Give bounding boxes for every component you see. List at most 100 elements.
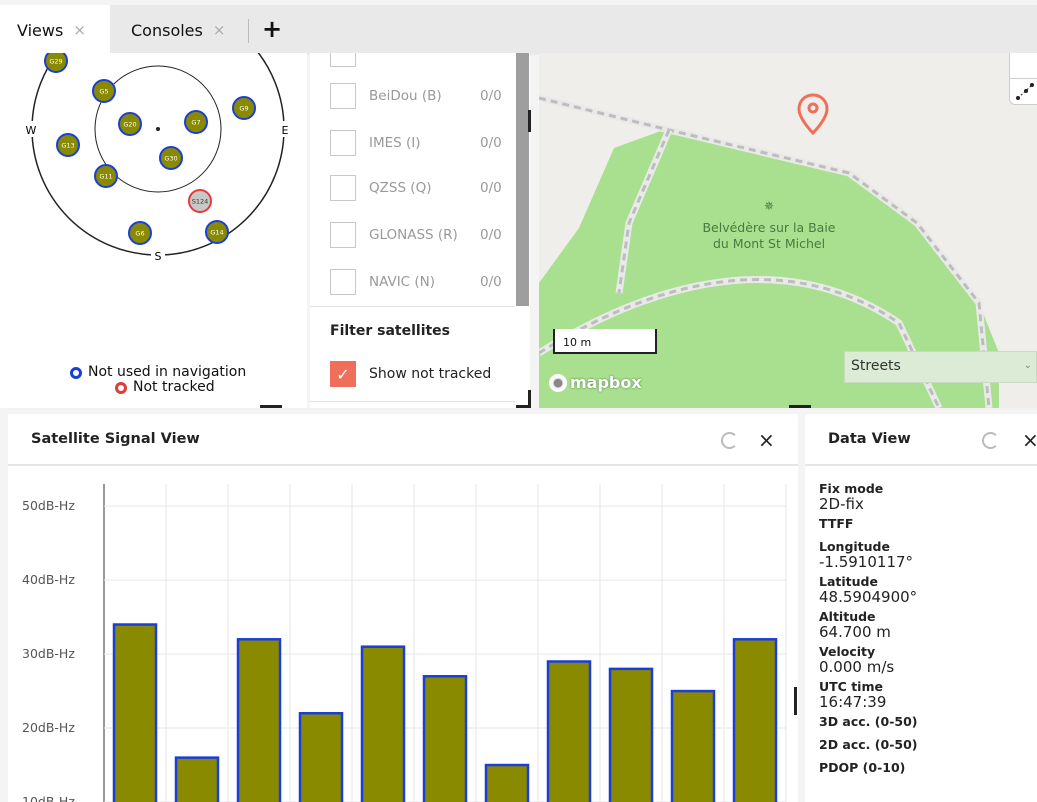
satellite-g14[interactable]: G14 [205, 220, 229, 244]
constellation-name: BeiDou (B) [369, 88, 442, 104]
qzss-checkbox[interactable] [330, 175, 356, 201]
panel-splitter-handle[interactable] [528, 110, 531, 132]
signal-bar[interactable] [732, 638, 778, 802]
data-field-value: 64.700 m [819, 623, 891, 641]
data-field-label: 3D acc. (0-50) [819, 714, 918, 729]
pin-center [807, 102, 819, 114]
legend-not-tracked-label: Not tracked [133, 379, 215, 395]
constellation-row-beidou[interactable]: BeiDou (B) 0/0 [330, 83, 520, 109]
resize-handle[interactable] [260, 405, 282, 408]
satellite-g6[interactable]: G6 [128, 221, 152, 245]
constellation-row-glonass[interactable]: GLONASS (R) 0/0 [330, 222, 520, 248]
map-view[interactable]: ✵ Belvédère sur la Baie du Mont St Miche… [539, 53, 1037, 408]
data-field-value: 16:47:39 [819, 693, 887, 711]
show-not-tracked-checkbox[interactable]: ✓ [330, 361, 356, 387]
close-icon[interactable]: × [1022, 430, 1037, 450]
data-field-label: TTFF [819, 516, 854, 531]
data-field-label: Velocity [819, 644, 876, 659]
tab-views[interactable]: Views × [0, 5, 110, 55]
show-not-tracked-label: Show not tracked [369, 366, 492, 382]
glonass-checkbox[interactable] [330, 222, 356, 248]
chart-bars [112, 623, 778, 802]
resize-handle[interactable] [789, 405, 811, 408]
blue-ring-icon [70, 366, 82, 379]
satellite-g13[interactable]: G13 [56, 133, 80, 157]
constellation-count: 0/0 [480, 180, 502, 196]
signal-bar[interactable] [422, 675, 468, 802]
satellite-g20[interactable]: G20 [118, 112, 142, 136]
satellite-label: G14 [210, 229, 223, 237]
constellation-name: IMES (I) [369, 135, 421, 151]
satellite-label: G11 [99, 173, 112, 181]
map-style-select[interactable]: Streets ⌄ [844, 351, 1037, 383]
data-field-label: PDOP (0-10) [819, 760, 906, 775]
constellation-checkbox[interactable] [330, 53, 356, 67]
satellite-label: G9 [239, 105, 248, 113]
add-tab-button[interactable]: + [262, 15, 282, 43]
satellite-g30[interactable]: G30 [159, 146, 183, 170]
signal-bar[interactable] [236, 638, 282, 802]
data-field-value: 2D-fix [819, 495, 864, 513]
refresh-icon[interactable] [721, 432, 738, 449]
satellite-label: G30 [164, 155, 177, 163]
sky-legend: Not used in navigation Not tracked [70, 365, 246, 395]
resize-handle[interactable] [528, 390, 531, 408]
place-label: Belvédère sur la Baie du Mont St Michel [689, 220, 849, 252]
signal-bar[interactable] [670, 689, 716, 802]
signal-bar[interactable] [174, 756, 220, 802]
chart-y-ticks: 10dB-Hz 20dB-Hz 30dB-Hz 40dB-Hz 50dB-Hz [22, 498, 75, 802]
satellite-label: G5 [99, 88, 108, 96]
satellite-label: G7 [191, 119, 200, 127]
navic-checkbox[interactable] [330, 269, 356, 295]
signal-panel-header: Satellite Signal View × [8, 414, 798, 466]
data-field-label: Latitude [819, 574, 878, 589]
constellation-scrollbar-thumb[interactable] [516, 53, 529, 306]
show-not-tracked-option[interactable]: ✓ Show not tracked [330, 361, 491, 387]
signal-bar[interactable] [546, 660, 592, 802]
constellation-row-imes[interactable]: IMES (I) 0/0 [330, 130, 520, 156]
data-fields: Fix mode 2D-fix TTFF Longitude -1.5910117° La… [819, 482, 1029, 784]
y-tick-label: 30dB-Hz [22, 646, 75, 661]
constellation-count: 0/0 [480, 88, 502, 104]
satellite-label: G13 [61, 142, 74, 150]
tab-consoles-label: Consoles [131, 20, 203, 40]
legend-not-used: Not used in navigation [70, 365, 246, 380]
data-field-label: UTC time [819, 679, 883, 694]
panel-splitter-handle[interactable] [794, 687, 797, 715]
direction-s: S [155, 250, 162, 263]
map-controls [1009, 53, 1037, 105]
data-panel-header: Data View × [805, 414, 1037, 466]
divider [310, 306, 515, 307]
signal-bar[interactable] [298, 712, 344, 802]
filter-satellites-title: Filter satellites [330, 323, 451, 339]
imes-checkbox[interactable] [330, 130, 356, 156]
satellite-s124[interactable]: S124 [188, 189, 212, 213]
constellation-panel: BeiDou (B) 0/0 IMES (I) 0/0 QZSS (Q) 0/0… [310, 53, 530, 408]
beidou-checkbox[interactable] [330, 83, 356, 109]
data-view-panel: Data View × Fix mode 2D-fix TTFF Longitude -… [805, 414, 1037, 802]
signal-bar[interactable] [360, 645, 406, 802]
refresh-icon[interactable] [982, 432, 999, 449]
tab-views-label: Views [17, 20, 64, 40]
location-pin-icon[interactable] [797, 93, 829, 136]
satellite-g7[interactable]: G7 [184, 110, 208, 134]
constellation-row-partial[interactable] [330, 53, 520, 67]
satellite-g11[interactable]: G11 [94, 164, 118, 188]
signal-bar[interactable] [484, 763, 530, 802]
constellation-count: 0/0 [480, 274, 502, 290]
close-icon[interactable]: × [758, 430, 775, 450]
measure-icon[interactable] [1010, 79, 1037, 105]
tab-consoles-close-icon[interactable]: × [213, 21, 226, 39]
app-root: { "tabs": [ {"label": "Views", "close": … [0, 0, 1037, 802]
satellite-g9[interactable]: G9 [232, 96, 256, 120]
constellation-row-navic[interactable]: NAVIC (N) 0/0 [330, 269, 520, 295]
constellation-row-qzss[interactable]: QZSS (Q) 0/0 [330, 175, 520, 201]
tab-divider [248, 19, 249, 43]
signal-bar[interactable] [112, 623, 158, 802]
tab-views-close-icon[interactable]: × [73, 21, 86, 39]
satellite-g29[interactable]: G29 [44, 53, 68, 73]
tab-consoles[interactable]: Consoles × [131, 5, 246, 55]
signal-bar[interactable] [608, 667, 654, 802]
satellite-g5[interactable]: G5 [92, 79, 116, 103]
map-scale: 10 m [553, 329, 657, 354]
